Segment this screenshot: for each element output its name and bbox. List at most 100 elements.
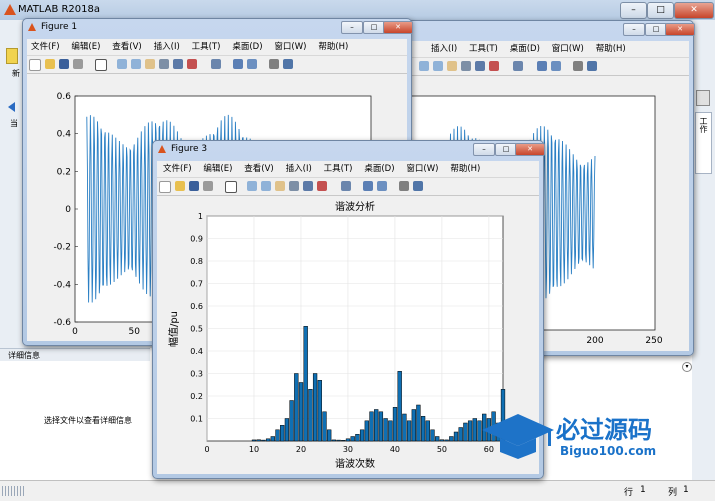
fig1-new-icon[interactable] [29, 59, 41, 71]
fig3-close-button[interactable]: ✕ [515, 143, 545, 156]
fig1-brush-icon[interactable] [187, 59, 197, 69]
workspace-icon[interactable] [696, 90, 710, 106]
fig2-menu-insert[interactable]: 插入(I) [431, 41, 457, 57]
fig2-hide-tools-icon[interactable] [573, 61, 583, 71]
fig3-zoom-in-icon[interactable] [247, 181, 257, 191]
fig3-rotate-icon[interactable] [289, 181, 299, 191]
fig1-colorbar-icon[interactable] [233, 59, 243, 69]
fig2-menu-window[interactable]: 窗口(W) [552, 41, 584, 57]
matlab-logo-icon [4, 4, 16, 15]
fig2-pan-icon[interactable] [447, 61, 457, 71]
fig2-rotate-icon[interactable] [461, 61, 471, 71]
fig2-data-cursor-icon[interactable] [475, 61, 485, 71]
fig1-toolbar [27, 56, 407, 74]
fig3-hide-tools-icon[interactable] [399, 181, 409, 191]
fig3-ytick-label: 0.4 [190, 347, 203, 356]
fig1-menu-tools[interactable]: 工具(T) [192, 39, 221, 55]
fig1-open-icon[interactable] [45, 59, 55, 69]
fig3-menu-bar: 文件(F) 编辑(E) 查看(V) 插入(I) 工具(T) 桌面(D) 窗口(W… [157, 161, 539, 178]
fig3-pan-icon[interactable] [275, 181, 285, 191]
fig3-ytick-label: 0.7 [190, 280, 203, 289]
fig3-new-icon[interactable] [159, 181, 171, 193]
fig2-menu-bar: 插入(I) 工具(T) 桌面(D) 窗口(W) 帮助(H) [409, 41, 689, 58]
fig3-menu-tools[interactable]: 工具(T) [324, 161, 353, 177]
fig3-bar [322, 411, 327, 442]
fig1-pointer-icon[interactable] [95, 59, 107, 71]
fig1-legend-icon[interactable] [247, 59, 257, 69]
fig2-maximize-button[interactable]: □ [645, 23, 667, 36]
fig1-show-tools-icon[interactable] [283, 59, 293, 69]
fig1-hide-tools-icon[interactable] [269, 59, 279, 69]
fig3-brush-icon[interactable] [317, 181, 327, 191]
fig3-colorbar-icon[interactable] [363, 181, 373, 191]
fig3-menu-file[interactable]: 文件(F) [163, 161, 192, 177]
row-label: 行 [624, 488, 634, 498]
workspace-tab[interactable]: 工作 [695, 112, 712, 174]
fig2-menu-tools[interactable]: 工具(T) [469, 41, 498, 57]
fig3-pointer-icon[interactable] [225, 181, 237, 193]
new-script-icon[interactable] [6, 48, 18, 64]
fig3-ytick-label: 0.8 [190, 257, 203, 266]
fig1-menu-view[interactable]: 查看(V) [112, 39, 141, 55]
fig3-x-ticks: 0 10 20 30 40 50 60 [204, 445, 494, 454]
col-label: 列 [668, 488, 678, 498]
close-button[interactable]: ✕ [674, 2, 714, 19]
fig3-data-cursor-icon[interactable] [303, 181, 313, 191]
fig2-link-icon[interactable] [513, 61, 523, 71]
fig1-pan-icon[interactable] [145, 59, 155, 69]
fig3-menu-edit[interactable]: 编辑(E) [203, 161, 232, 177]
fig3-open-icon[interactable] [175, 181, 185, 191]
fig2-close-button[interactable]: ✕ [665, 23, 695, 36]
fig1-menu-file[interactable]: 文件(F) [31, 39, 60, 55]
fig3-link-icon[interactable] [341, 181, 351, 191]
fig3-legend-icon[interactable] [377, 181, 387, 191]
fig2-zoom-in-icon[interactable] [419, 61, 429, 71]
fig3-print-icon[interactable] [203, 181, 213, 191]
fig3-menu-view[interactable]: 查看(V) [244, 161, 273, 177]
fig1-ytick-label: 0.2 [57, 167, 71, 177]
fig3-maximize-button[interactable]: □ [495, 143, 517, 156]
fig3-xtick-label: 10 [249, 445, 259, 454]
fig3-bar [280, 425, 285, 442]
fig1-menu-window[interactable]: 窗口(W) [274, 39, 306, 55]
fig2-minimize-button[interactable]: – [623, 23, 645, 36]
fig3-save-icon[interactable] [189, 181, 199, 191]
fig1-maximize-button[interactable]: □ [363, 21, 385, 34]
fig3-bar [411, 409, 416, 442]
fig1-save-icon[interactable] [59, 59, 69, 69]
minimize-button[interactable]: – [620, 2, 647, 19]
fig3-menu-window[interactable]: 窗口(W) [406, 161, 438, 177]
fig1-link-icon[interactable] [211, 59, 221, 69]
fig3-show-tools-icon[interactable] [413, 181, 423, 191]
fig3-minimize-button[interactable]: – [473, 143, 495, 156]
fig2-zoom-out-icon[interactable] [433, 61, 443, 71]
fig1-menu-help[interactable]: 帮助(H) [318, 39, 348, 55]
fig1-rotate-icon[interactable] [159, 59, 169, 69]
fig1-data-cursor-icon[interactable] [173, 59, 183, 69]
panel-menu-icon[interactable]: ▾ [682, 362, 692, 372]
maximize-button[interactable]: □ [647, 2, 674, 19]
back-arrow-icon[interactable] [8, 102, 15, 112]
fig2-legend-icon[interactable] [551, 61, 561, 71]
fig1-menu-edit[interactable]: 编辑(E) [71, 39, 100, 55]
fig3-menu-desktop[interactable]: 桌面(D) [364, 161, 394, 177]
fig2-brush-icon[interactable] [489, 61, 499, 71]
fig1-zoom-out-icon[interactable] [131, 59, 141, 69]
fig1-print-icon[interactable] [73, 59, 83, 69]
fig1-menu-insert[interactable]: 插入(I) [154, 39, 180, 55]
fig1-minimize-button[interactable]: – [341, 21, 363, 34]
fig2-colorbar-icon[interactable] [537, 61, 547, 71]
fig1-menu-desktop[interactable]: 桌面(D) [232, 39, 262, 55]
fig2-menu-desktop[interactable]: 桌面(D) [510, 41, 540, 57]
fig3-bar [265, 438, 271, 442]
fig1-zoom-in-icon[interactable] [117, 59, 127, 69]
fig3-menu-insert[interactable]: 插入(I) [286, 161, 312, 177]
fig2-show-tools-icon[interactable] [587, 61, 597, 71]
fig3-xtick-label: 0 [204, 445, 209, 454]
fig3-zoom-out-icon[interactable] [261, 181, 271, 191]
fig3-bar [298, 382, 304, 442]
fig3-menu-help[interactable]: 帮助(H) [450, 161, 480, 177]
fig1-menu-bar: 文件(F) 编辑(E) 查看(V) 插入(I) 工具(T) 桌面(D) 窗口(W… [27, 39, 407, 56]
fig2-menu-help[interactable]: 帮助(H) [596, 41, 626, 57]
fig1-close-button[interactable]: ✕ [383, 21, 413, 34]
